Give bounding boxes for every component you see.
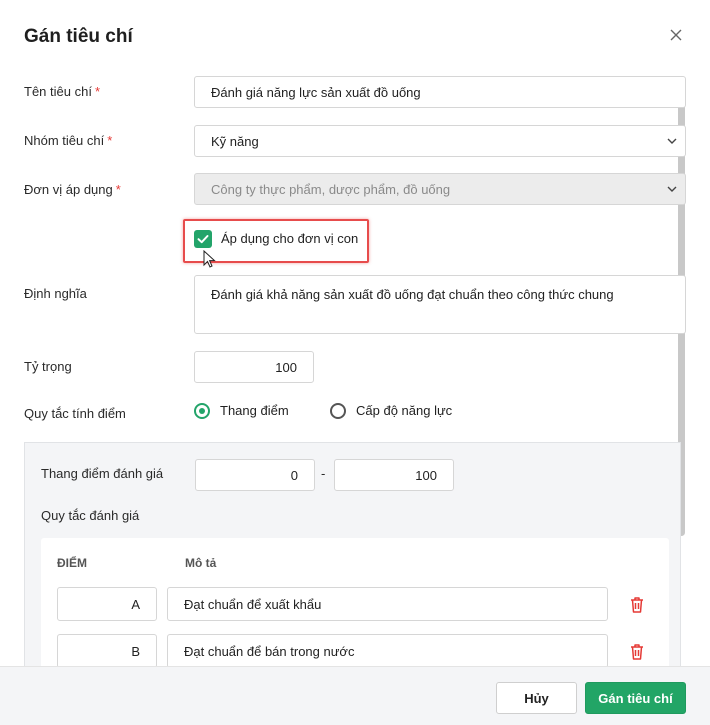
grade-input[interactable]: A (57, 587, 157, 621)
dialog-title: Gán tiêu chí (24, 26, 133, 47)
scale-label: Thang điểm đánh giá (41, 466, 164, 481)
chevron-down-icon (667, 138, 677, 144)
name-label: Tên tiêu chí * (24, 84, 100, 99)
unit-label: Đơn vị áp dụng * (24, 182, 121, 197)
assign-criteria-button[interactable]: Gán tiêu chí (585, 682, 686, 714)
required-marker: * (115, 182, 121, 197)
weight-input[interactable]: 100 (194, 351, 314, 383)
assign-criteria-dialog: Gán tiêu chí Tên tiêu chí * Đánh giá năng… (0, 0, 710, 725)
radio-scale-label[interactable]: Thang điểm (220, 403, 289, 418)
trash-icon[interactable] (629, 596, 645, 614)
definition-textarea[interactable]: Đánh giá khả năng sản xuất đồ uống đạt c… (194, 275, 686, 334)
required-marker: * (94, 84, 100, 99)
scoring-rule-label: Quy tắc tính điểm (24, 406, 126, 421)
criteria-name-input[interactable]: Đánh giá năng lực sản xuất đồ uống (194, 76, 686, 108)
radio-competency-level-label[interactable]: Cấp độ năng lực (356, 403, 452, 418)
grade-input[interactable]: B (57, 634, 157, 666)
dialog-footer: Hủy Gán tiêu chí (0, 666, 710, 725)
dialog-body: Tên tiêu chí * Đánh giá năng lực sản xuất… (0, 62, 710, 666)
apply-child-checkbox[interactable] (194, 230, 212, 248)
rules-label: Quy tắc đánh giá (41, 508, 140, 523)
definition-label: Định nghĩa (24, 286, 87, 301)
column-header-description: Mô tả (185, 556, 217, 570)
description-input[interactable]: Đạt chuẩn để bán trong nước (167, 634, 608, 666)
weight-label: Tỷ trọng (24, 359, 72, 374)
scale-min-input[interactable]: 0 (195, 459, 315, 491)
group-label: Nhóm tiêu chí * (24, 133, 113, 148)
cancel-button[interactable]: Hủy (496, 682, 577, 714)
radio-competency-level[interactable] (330, 403, 346, 419)
required-marker: * (107, 133, 113, 148)
close-icon[interactable] (666, 25, 686, 45)
unit-select[interactable]: Công ty thực phẩm, dược phẩm, đồ uống (194, 173, 686, 205)
range-separator: - (321, 466, 326, 481)
description-input[interactable]: Đạt chuẩn để xuất khẩu (167, 587, 608, 621)
radio-scale[interactable] (194, 403, 210, 419)
criteria-group-select[interactable]: Kỹ năng (194, 125, 686, 157)
trash-icon[interactable] (629, 643, 645, 661)
column-header-grade: ĐIỂM (57, 556, 87, 570)
apply-child-label[interactable]: Áp dụng cho đơn vị con (221, 231, 358, 246)
scale-max-input[interactable]: 100 (334, 459, 454, 491)
mouse-cursor-icon (203, 250, 216, 268)
check-icon (197, 235, 209, 244)
chevron-down-icon (667, 186, 677, 192)
